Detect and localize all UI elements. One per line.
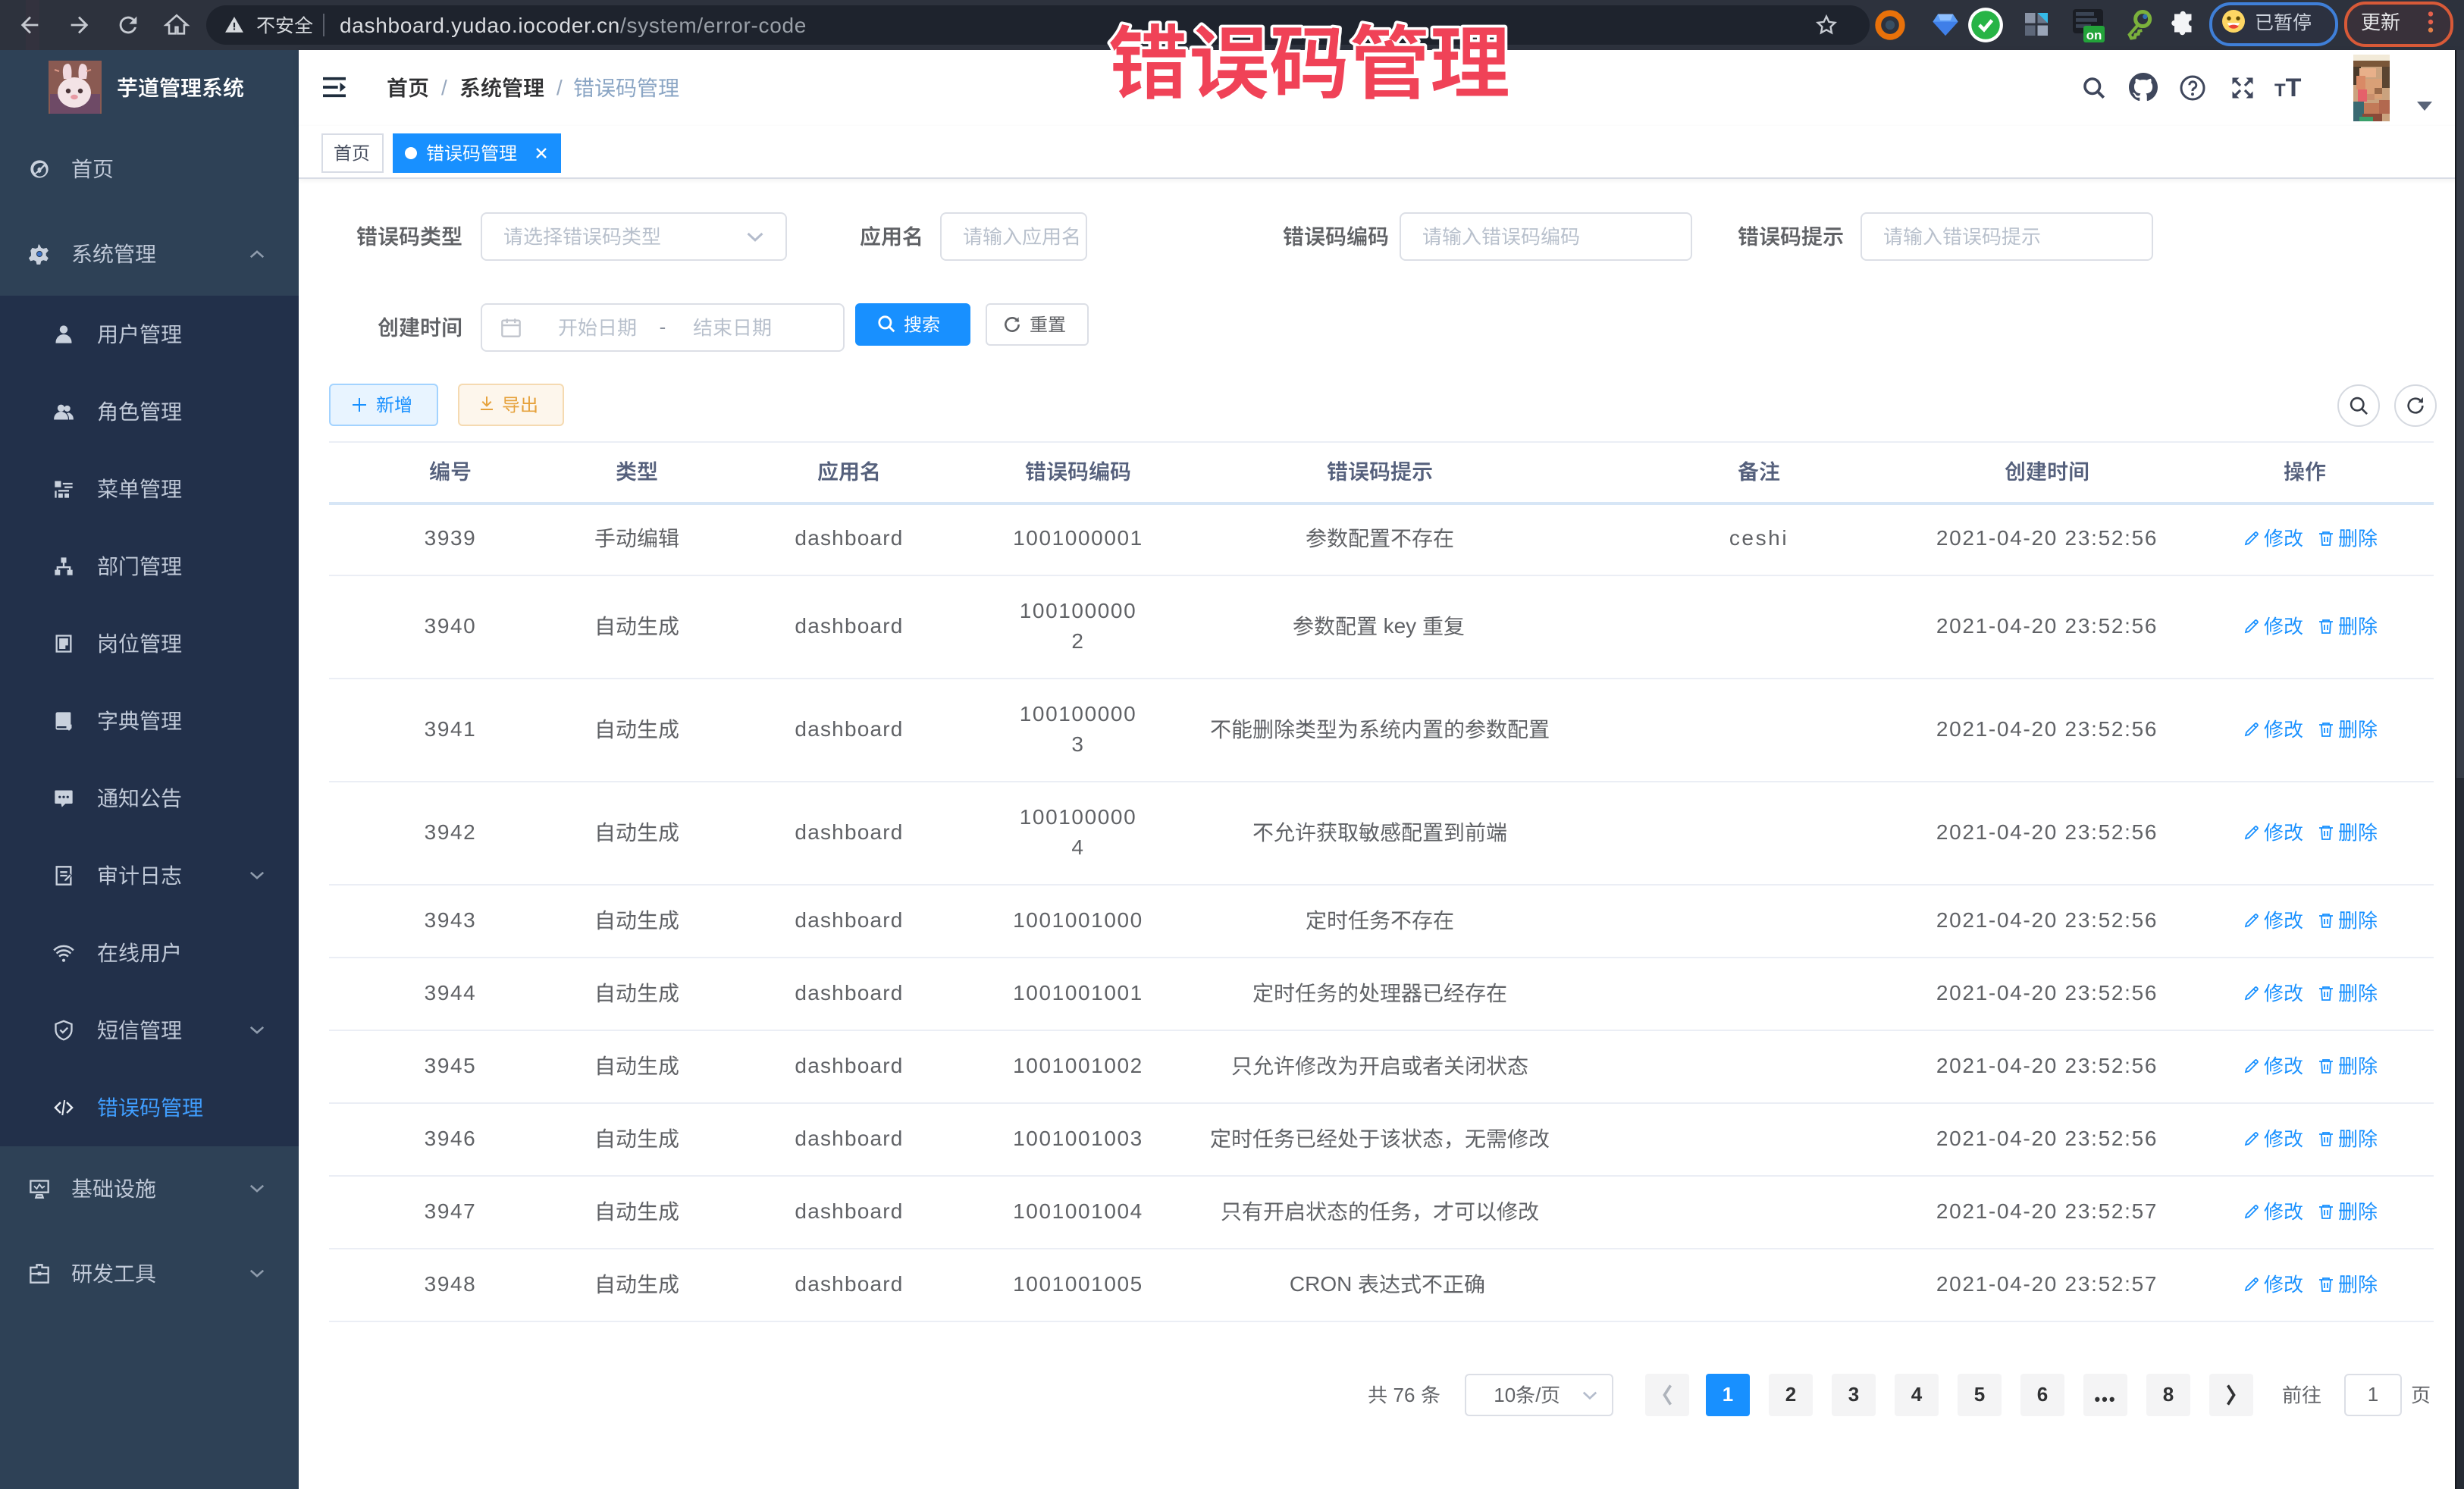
svg-text:on: on	[2086, 28, 2102, 42]
